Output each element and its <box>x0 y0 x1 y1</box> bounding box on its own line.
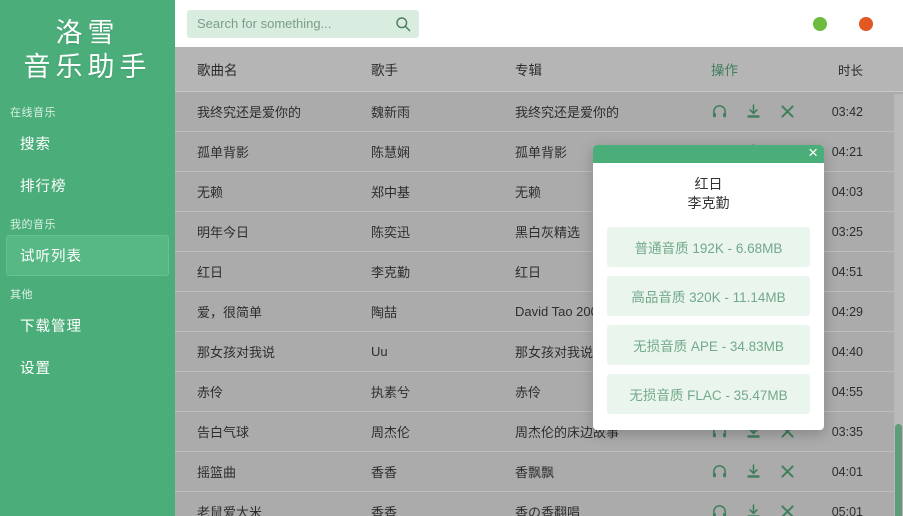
column-header-operations: 操作 <box>711 59 821 79</box>
cell-artist: 陈慧娴 <box>371 142 515 161</box>
cell-song-title: 无赖 <box>175 182 371 201</box>
sidebar-item-1-section-3[interactable]: 下载管理 <box>6 305 169 346</box>
cell-artist: 魏新雨 <box>371 102 515 121</box>
cell-album: 香の香翻唱 <box>515 502 711 516</box>
modal-song-title: 红日 <box>607 175 810 194</box>
cell-artist: Uu <box>371 344 515 359</box>
quality-option-button[interactable]: 无损音质 FLAC - 35.47MB <box>607 374 810 414</box>
search-icon[interactable] <box>395 16 411 32</box>
table-row[interactable]: 老鼠爱大米香香香の香翻唱 05:01 <box>175 492 903 516</box>
app-logo: 洛雪 音乐助手 <box>0 0 175 94</box>
cell-album: 香飘飘 <box>515 462 711 481</box>
cell-operations <box>711 463 821 480</box>
table-row[interactable]: 摇篮曲香香香飘飘 04:01 <box>175 452 903 492</box>
cell-duration: 04:51 <box>821 265 903 279</box>
cell-duration: 04:40 <box>821 345 903 359</box>
window-controls <box>813 17 889 31</box>
cell-song-title: 摇篮曲 <box>175 462 371 481</box>
remove-icon[interactable] <box>779 463 796 480</box>
vertical-scrollbar-thumb[interactable] <box>895 424 902 516</box>
modal-header: × <box>593 145 824 163</box>
headphone-icon[interactable] <box>711 463 728 480</box>
cell-song-title: 告白气球 <box>175 422 371 441</box>
modal-song-artist: 李克勤 <box>607 194 810 213</box>
search-box[interactable] <box>187 10 419 38</box>
cell-song-title: 老鼠爱大米 <box>175 502 371 516</box>
minimize-dot-icon[interactable] <box>813 17 827 31</box>
sidebar-section-label: 在线音乐 <box>0 102 175 122</box>
cell-artist: 周杰伦 <box>371 422 515 441</box>
cell-artist: 香香 <box>371 462 515 481</box>
column-header-artist[interactable]: 歌手 <box>371 59 515 79</box>
cell-duration: 04:29 <box>821 305 903 319</box>
remove-icon[interactable] <box>779 503 796 516</box>
cell-artist: 李克勤 <box>371 262 515 281</box>
cell-duration: 03:25 <box>821 225 903 239</box>
cell-artist: 执素兮 <box>371 382 515 401</box>
cell-artist: 陶喆 <box>371 302 515 321</box>
main-panel: 歌曲名 歌手 专辑 操作 时长 我终究还是爱你的魏新雨我终究还是爱你的 03:42… <box>175 0 903 516</box>
cell-duration: 05:01 <box>821 505 903 516</box>
search-input[interactable] <box>197 16 395 31</box>
cell-song-title: 我终究还是爱你的 <box>175 102 371 121</box>
column-header-title[interactable]: 歌曲名 <box>175 59 371 79</box>
download-quality-modal: × 红日 李克勤 普通音质 192K - 6.68MB 高品音质 320K - 1… <box>593 145 824 430</box>
table-row[interactable]: 我终究还是爱你的魏新雨我终究还是爱你的 03:42 <box>175 92 903 132</box>
cell-duration: 04:21 <box>821 145 903 159</box>
cell-artist: 陈奕迅 <box>371 222 515 241</box>
top-bar <box>175 0 903 47</box>
cell-duration: 03:42 <box>821 105 903 119</box>
sidebar-item-1-section-2[interactable]: 试听列表 <box>6 235 169 276</box>
cell-operations <box>711 103 821 120</box>
headphone-icon[interactable] <box>711 503 728 516</box>
cell-song-title: 红日 <box>175 262 371 281</box>
download-icon[interactable] <box>745 103 762 120</box>
column-header-album[interactable]: 专辑 <box>515 59 711 79</box>
download-icon[interactable] <box>745 503 762 516</box>
cell-song-title: 那女孩对我说 <box>175 342 371 361</box>
cell-duration: 04:55 <box>821 385 903 399</box>
cell-song-title: 孤单背影 <box>175 142 371 161</box>
cell-album: 我终究还是爱你的 <box>515 102 711 121</box>
headphone-icon[interactable] <box>711 103 728 120</box>
cell-artist: 郑中基 <box>371 182 515 201</box>
modal-body: 红日 李克勤 普通音质 192K - 6.68MB 高品音质 320K - 11.… <box>593 163 824 430</box>
vertical-scrollbar-track[interactable] <box>894 94 903 516</box>
sidebar-item-2-section-1[interactable]: 排行榜 <box>6 165 169 206</box>
cell-song-title: 赤伶 <box>175 382 371 401</box>
cell-duration: 03:35 <box>821 425 903 439</box>
quality-option-list: 普通音质 192K - 6.68MB 高品音质 320K - 11.14MB 无损音… <box>607 227 810 414</box>
cell-operations <box>711 503 821 516</box>
app-window: 洛雪 音乐助手 在线音乐搜索排行榜我的音乐试听列表其他下载管理设置 歌 <box>0 0 903 516</box>
sidebar-section-label: 我的音乐 <box>0 214 175 234</box>
sidebar-section-label: 其他 <box>0 284 175 304</box>
column-header-duration[interactable]: 时长 <box>821 60 903 79</box>
sidebar-item-1-section-1[interactable]: 搜索 <box>6 123 169 164</box>
cell-duration: 04:01 <box>821 465 903 479</box>
sidebar-item-2-section-3[interactable]: 设置 <box>6 347 169 388</box>
quality-option-button[interactable]: 高品音质 320K - 11.14MB <box>607 276 810 316</box>
sidebar: 洛雪 音乐助手 在线音乐搜索排行榜我的音乐试听列表其他下载管理设置 <box>0 0 175 516</box>
quality-option-button[interactable]: 普通音质 192K - 6.68MB <box>607 227 810 267</box>
sidebar-nav: 在线音乐搜索排行榜我的音乐试听列表其他下载管理设置 <box>0 102 175 388</box>
table-header-row: 歌曲名 歌手 专辑 操作 时长 <box>175 47 903 92</box>
close-dot-icon[interactable] <box>859 17 873 31</box>
cell-song-title: 明年今日 <box>175 222 371 241</box>
close-icon[interactable]: × <box>808 145 818 163</box>
cell-song-title: 爱，很简单 <box>175 302 371 321</box>
remove-icon[interactable] <box>779 103 796 120</box>
cell-duration: 04:03 <box>821 185 903 199</box>
download-icon[interactable] <box>745 463 762 480</box>
cell-artist: 香香 <box>371 502 515 516</box>
brand-line-2: 音乐助手 <box>0 50 175 84</box>
quality-option-button[interactable]: 无损音质 APE - 34.83MB <box>607 325 810 365</box>
brand-line-1: 洛雪 <box>0 16 175 50</box>
